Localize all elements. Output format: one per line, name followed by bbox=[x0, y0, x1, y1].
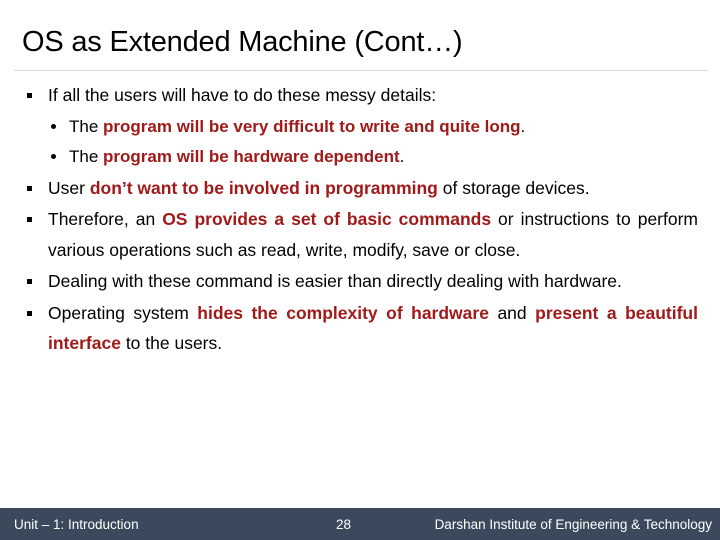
emphasis-text: don’t want to be involved in programming bbox=[89, 177, 438, 198]
slide: OS as Extended Machine (Cont…) If all th… bbox=[0, 0, 720, 540]
footer-page-number: 28 bbox=[336, 517, 352, 532]
sub-bullet-text: The program will be very difficult to wr… bbox=[69, 117, 525, 136]
bullet-text: Therefore, an OS provides a set of basic… bbox=[48, 204, 698, 265]
body-text: User bbox=[48, 177, 90, 198]
page-title: OS as Extended Machine (Cont…) bbox=[22, 26, 463, 58]
body-text: The bbox=[69, 147, 104, 166]
bullet-item: User don’t want to be involved in progra… bbox=[22, 173, 698, 204]
sub-bullet-text: The program will be hardware dependent. bbox=[69, 147, 404, 166]
body-text: Operating system bbox=[48, 302, 198, 323]
bullet-item: Dealing with these command is easier tha… bbox=[22, 266, 698, 297]
bullet-item: If all the users will have to do these m… bbox=[22, 80, 698, 111]
emphasis-text: program will be very difficult to write … bbox=[103, 116, 521, 136]
bullet-text: User don’t want to be involved in progra… bbox=[48, 173, 698, 204]
slide-footer: Unit – 1: Introduction 28 Darshan Instit… bbox=[0, 508, 720, 540]
body-text: of storage devices. bbox=[437, 177, 590, 198]
footer-institute-label: Darshan Institute of Engineering & Techn… bbox=[434, 517, 712, 532]
body-text: If all the users will have to do these m… bbox=[48, 85, 437, 105]
bullet-text: Dealing with these command is easier tha… bbox=[48, 266, 698, 297]
emphasis-text: program will be hardware dependent bbox=[103, 147, 400, 166]
sub-bullet-item: The program will be very difficult to wr… bbox=[47, 112, 698, 143]
sub-bullet-list: The program will be very difficult to wr… bbox=[47, 112, 698, 173]
emphasis-text: hides the complexity of hardware bbox=[197, 302, 489, 323]
bullet-text: Operating system hides the complexity of… bbox=[48, 298, 698, 359]
sub-bullet-item: The program will be hardware dependent. bbox=[47, 142, 698, 173]
sub-bullet-group: The program will be very difficult to wr… bbox=[22, 112, 698, 173]
bullet-item: Therefore, an OS provides a set of basic… bbox=[22, 204, 698, 265]
body-text: . bbox=[399, 147, 405, 166]
title-divider bbox=[14, 70, 708, 71]
footer-unit-label: Unit – 1: Introduction bbox=[14, 517, 139, 532]
body-text: Dealing with these command is easier tha… bbox=[48, 271, 622, 291]
bullet-item: Operating system hides the complexity of… bbox=[22, 298, 698, 359]
slide-title-area: OS as Extended Machine (Cont…) bbox=[0, 0, 720, 72]
body-text: and bbox=[488, 302, 536, 323]
emphasis-text: OS provides a set of basic commands bbox=[162, 209, 492, 229]
body-text: The bbox=[69, 116, 104, 136]
body-text: Therefore, an bbox=[48, 209, 163, 229]
bullet-text: If all the users will have to do these m… bbox=[48, 80, 698, 111]
body-text: . bbox=[520, 116, 526, 136]
slide-body: If all the users will have to do these m… bbox=[22, 80, 698, 360]
body-text: to the users. bbox=[120, 333, 223, 353]
bullet-list: If all the users will have to do these m… bbox=[22, 80, 698, 359]
